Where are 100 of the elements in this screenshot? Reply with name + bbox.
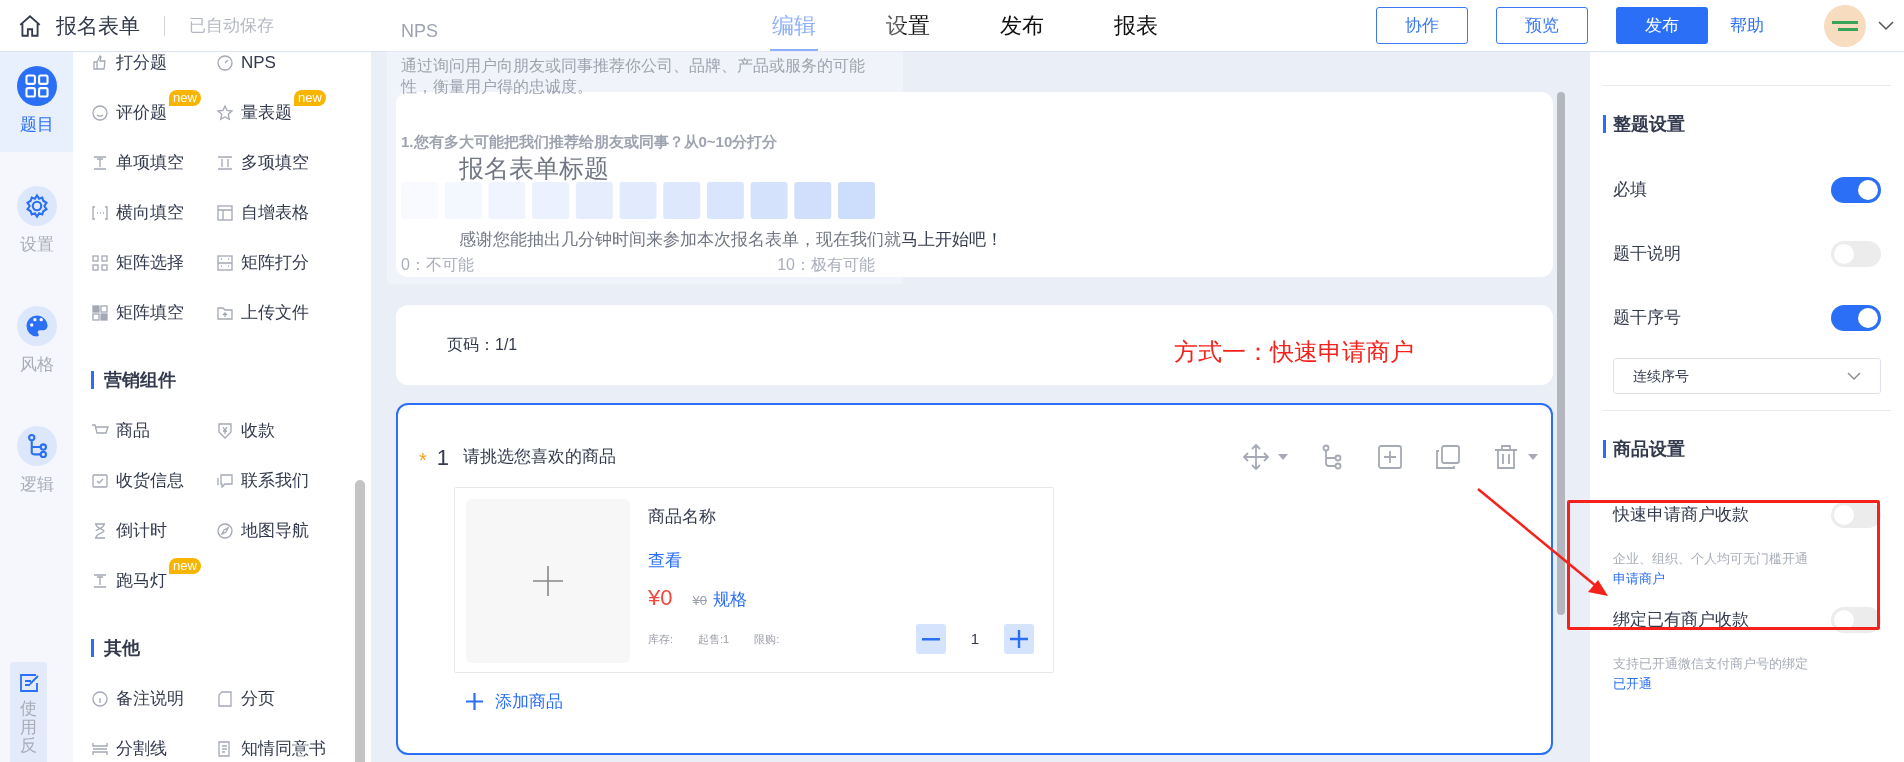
- settings-icon: [16, 186, 57, 227]
- plus-icon: [1010, 630, 1028, 648]
- grid-icon: [91, 254, 109, 272]
- component-item[interactable]: 知情同意书: [216, 724, 341, 762]
- nav-tab[interactable]: 发布: [998, 0, 1046, 51]
- setting-link[interactable]: 已开通: [1613, 673, 1652, 693]
- limit-label: 限购:: [754, 631, 780, 647]
- component-item[interactable]: 备注说明: [91, 674, 216, 724]
- setting-label: 快速申请商户收款: [1613, 504, 1749, 527]
- question-title[interactable]: 请挑选您喜欢的商品: [463, 444, 617, 470]
- component-item[interactable]: 矩阵填空: [91, 288, 216, 338]
- caret-icon[interactable]: [1527, 453, 1539, 461]
- setting-label: 必填: [1613, 179, 1647, 202]
- copy-icon[interactable]: [1435, 444, 1461, 470]
- required-mark: *: [419, 448, 427, 473]
- publish-button[interactable]: 发布: [1616, 7, 1708, 44]
- component-item[interactable]: 地图导航: [216, 506, 341, 556]
- nav-tab[interactable]: 报表: [1112, 0, 1160, 51]
- popup-title: NPS: [401, 20, 438, 43]
- component-item[interactable]: 矩阵打分: [216, 238, 341, 288]
- setting-link[interactable]: 申请商户: [1613, 568, 1665, 588]
- chevron-down-icon[interactable]: [1878, 20, 1894, 31]
- popup-question: 1.您有多大可能把我们推荐给朋友或同事？从0~10分打分: [401, 133, 778, 151]
- form-heading[interactable]: 报名表单标题: [459, 155, 609, 181]
- component-item[interactable]: NPS: [216, 52, 341, 88]
- help-link[interactable]: 帮助: [1730, 12, 1764, 39]
- avatar[interactable]: [1824, 4, 1866, 47]
- branch-icon: [16, 426, 57, 467]
- component-item[interactable]: 量表题 new: [216, 88, 341, 138]
- section-heading: 整题设置: [1613, 112, 1685, 136]
- scrollbar[interactable]: [1557, 92, 1565, 615]
- component-item[interactable]: 单项填空: [91, 138, 216, 188]
- original-price: ¥0: [692, 592, 707, 610]
- thumbs-up-icon: [91, 54, 109, 72]
- table-icon: [216, 204, 234, 222]
- component-item[interactable]: 自增表格: [216, 188, 341, 238]
- component-item[interactable]: 打分题: [91, 52, 216, 88]
- new-badge: new: [169, 558, 201, 574]
- grid-icon: [16, 66, 57, 107]
- bracket-icon: [91, 204, 109, 222]
- add-icon[interactable]: [1377, 444, 1403, 470]
- caret-icon[interactable]: [1277, 453, 1289, 461]
- divider-icon: [91, 740, 109, 758]
- decrease-button[interactable]: [916, 624, 946, 654]
- edit-icon[interactable]: [17, 672, 40, 694]
- check-box-icon: [91, 472, 109, 490]
- scale-high-label: 10：极有可能: [777, 255, 875, 275]
- yen-icon: [216, 422, 234, 440]
- question-card[interactable]: * 1 请挑选您喜欢的商品 商品名称 查看 ¥0 ¥0 规格 库存: 起售:1 限购: 1 添加商品: [396, 403, 1553, 755]
- component-item[interactable]: 收款: [216, 406, 341, 456]
- add-product-link[interactable]: 添加商品: [466, 689, 563, 715]
- info-icon: [91, 690, 109, 708]
- star-icon: [216, 104, 234, 122]
- sidebar-tab[interactable]: 题目: [0, 52, 73, 152]
- nav-tab[interactable]: 设置: [884, 0, 932, 51]
- new-badge: new: [294, 90, 326, 106]
- setting-note: 企业、组织、个人均可无门槛开通: [1613, 550, 1809, 568]
- component-item[interactable]: 分割线: [91, 724, 216, 762]
- quantity-value[interactable]: 1: [946, 627, 1004, 651]
- setting-label: 绑定已有商户收款: [1613, 609, 1749, 632]
- section-heading: 营销组件: [104, 368, 176, 392]
- text-field-icon: [91, 572, 109, 590]
- component-item[interactable]: 收货信息: [91, 456, 216, 506]
- toolbar-button[interactable]: 协作: [1376, 7, 1468, 44]
- toggle-switch[interactable]: [1831, 177, 1881, 203]
- new-badge: new: [169, 90, 201, 106]
- popup-description: 通过询问用户向朋友或同事推荐你公司、品牌、产品或服务的可能性，衡量用户得的忠诚度。: [401, 56, 866, 97]
- component-item[interactable]: 上传文件: [216, 288, 341, 338]
- increase-button[interactable]: [1004, 624, 1034, 654]
- plus-icon: [533, 566, 563, 596]
- scrollbar[interactable]: [355, 480, 365, 762]
- toggle-switch[interactable]: [1831, 305, 1881, 331]
- toolbar-button[interactable]: 预览: [1496, 7, 1588, 44]
- home-icon[interactable]: [17, 12, 43, 39]
- form-description[interactable]: 感谢您能抽出几分钟时间来参加本次报名表单，现在我们就马上开始吧！: [459, 230, 1003, 250]
- component-item[interactable]: 商品: [91, 406, 216, 456]
- move-icon[interactable]: [1243, 444, 1269, 470]
- component-item[interactable]: 联系我们: [216, 456, 341, 506]
- trash-icon[interactable]: [1493, 444, 1519, 470]
- sequence-select[interactable]: 连续序号: [1613, 358, 1881, 394]
- component-item[interactable]: 评价题 new: [91, 88, 216, 138]
- component-item[interactable]: 倒计时: [91, 506, 216, 556]
- component-item[interactable]: 横向填空: [91, 188, 216, 238]
- form-title: 报名表单: [56, 12, 140, 39]
- product-price: ¥0: [648, 584, 673, 612]
- component-item[interactable]: 分页: [216, 674, 341, 724]
- setting-label: 题干说明: [1613, 243, 1681, 266]
- annotation-text: 方式一：快速申请商户: [1174, 337, 1415, 367]
- page-icon: [216, 690, 234, 708]
- component-item[interactable]: 多项填空: [216, 138, 341, 188]
- view-link[interactable]: 查看: [648, 547, 682, 573]
- page-number: 页码：1/1: [447, 335, 518, 355]
- component-item[interactable]: 跑马灯 new: [91, 556, 216, 606]
- chat-icon: [216, 472, 234, 490]
- spec-link[interactable]: 规格: [712, 587, 747, 613]
- setting-note: 支持已开通微信支付商户号的绑定: [1613, 655, 1809, 673]
- scale-low-label: 0：不可能: [401, 255, 474, 275]
- gauge-icon: [216, 54, 234, 72]
- component-item[interactable]: 矩阵选择: [91, 238, 216, 288]
- product-name: 商品名称: [648, 506, 717, 528]
